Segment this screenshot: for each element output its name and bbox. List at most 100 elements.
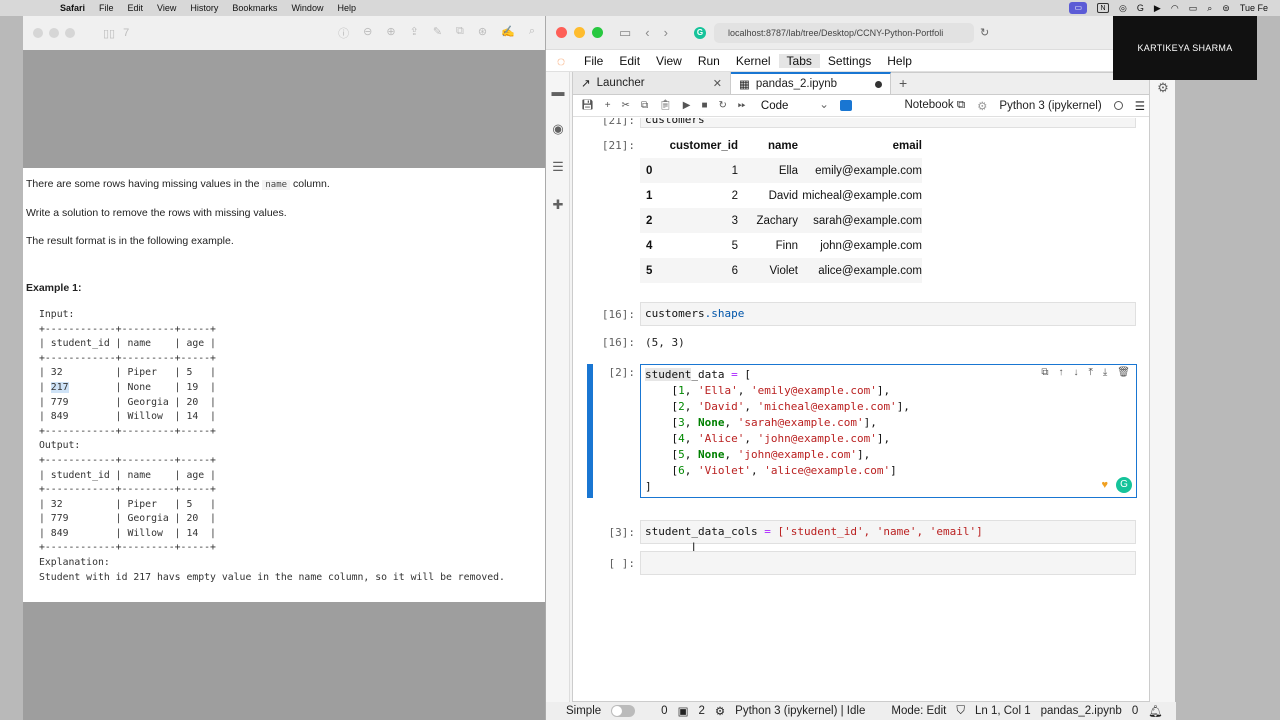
grammarly-icon[interactable]: G xyxy=(693,26,706,39)
duplicate-cell-icon[interactable]: ⧉ xyxy=(1041,367,1048,378)
edit-mode: Mode: Edit xyxy=(891,705,947,717)
menubar-edit[interactable]: Edit xyxy=(128,3,144,13)
simple-mode-toggle[interactable] xyxy=(611,705,636,717)
delete-cell-icon[interactable]: 🗑︎ xyxy=(1117,367,1130,378)
grammarly-badge-icon[interactable]: G xyxy=(1116,477,1132,493)
bell-icon[interactable]: 🔔︎ xyxy=(1148,704,1163,718)
edit-icon[interactable]: ✎ xyxy=(433,25,442,41)
tab-count: 7 xyxy=(123,27,130,39)
close-icon[interactable]: ✕ xyxy=(713,77,722,90)
notion-icon[interactable]: N xyxy=(1097,3,1110,13)
terminals-count[interactable]: 0 xyxy=(661,705,667,717)
share-icon[interactable]: ⇪ xyxy=(410,25,419,41)
back-icon[interactable]: ‹ xyxy=(645,25,649,41)
move-up-icon[interactable]: ↑ xyxy=(1058,367,1063,378)
running-kernels-icon[interactable]: ◉ xyxy=(546,110,570,148)
extensions-icon[interactable]: ✚ xyxy=(546,186,570,224)
problem-line-2: Write a solution to remove the rows with… xyxy=(26,206,287,219)
add-cell-icon[interactable]: + xyxy=(605,100,611,111)
kernel-settings-icon[interactable]: ⚙ xyxy=(977,99,987,113)
menubar-window[interactable]: Window xyxy=(291,3,323,13)
menubar-file[interactable]: File xyxy=(99,3,114,13)
window-icon[interactable]: ⧉ xyxy=(456,25,464,41)
grammarly-icon[interactable]: G xyxy=(1137,3,1144,13)
table-row: 1 2 David micheal@example.com xyxy=(646,189,922,202)
wifi-icon[interactable]: ◠ xyxy=(1171,3,1179,14)
tab-notebook[interactable]: ▦ pandas_2.ipynb xyxy=(731,72,891,94)
save-icon[interactable]: 💾︎ xyxy=(581,100,594,111)
jmenu-tabs[interactable]: Tabs xyxy=(778,53,820,68)
search-icon[interactable]: ⌕ xyxy=(1207,3,1212,14)
forward-icon[interactable]: › xyxy=(664,25,668,41)
menubar-bookmarks[interactable]: Bookmarks xyxy=(232,3,277,13)
sidebar-icon[interactable]: ▭ xyxy=(619,25,631,41)
menubar-app-name[interactable]: Safari xyxy=(60,3,85,13)
cut-icon[interactable]: ✂ xyxy=(622,100,630,111)
stop-icon[interactable]: ■ xyxy=(701,100,707,111)
zoom-in-icon[interactable]: ⊕ xyxy=(386,25,395,41)
kernels-count[interactable]: 2 xyxy=(698,705,704,717)
cell-21-input[interactable]: customers xyxy=(640,118,1136,128)
menubar-view[interactable]: View xyxy=(157,3,176,13)
jmenu-kernel[interactable]: Kernel xyxy=(728,54,779,68)
run-all-icon[interactable]: ⏩︎ xyxy=(738,100,746,111)
unsaved-dot-icon[interactable] xyxy=(875,80,882,88)
run-icon[interactable]: ▶ xyxy=(683,100,691,111)
table-header-row: customer_id name email xyxy=(669,139,922,152)
menubar-clock: Tue Fe xyxy=(1239,3,1268,13)
empty-cell-input[interactable] xyxy=(640,551,1136,575)
cell-16-input[interactable]: customers.shape xyxy=(640,302,1136,326)
battery-icon[interactable]: ▭ xyxy=(1189,3,1198,14)
tab-launcher[interactable]: ↗ Launcher ✕ xyxy=(573,72,731,94)
move-down-icon[interactable]: ↓ xyxy=(1073,367,1078,378)
file-browser-icon[interactable]: ▬ xyxy=(546,72,570,110)
jmenu-help[interactable]: Help xyxy=(879,54,920,68)
active-cell-indicator xyxy=(587,364,593,498)
kernel-name[interactable]: Python 3 (ipykernel) xyxy=(999,100,1101,112)
jmenu-file[interactable]: File xyxy=(576,54,611,68)
launcher-icon: ↗ xyxy=(581,78,591,90)
jmenu-view[interactable]: View xyxy=(648,54,690,68)
new-tab-button[interactable]: + xyxy=(891,72,915,94)
insert-below-icon[interactable]: ⤓ xyxy=(1103,367,1107,378)
search-icon[interactable]: ⌕ xyxy=(529,25,535,41)
reload-icon[interactable]: ↻ xyxy=(980,26,989,39)
jmenu-settings[interactable]: Settings xyxy=(820,54,879,68)
copy-icon[interactable]: ⧉ xyxy=(641,100,648,111)
address-bar[interactable]: localhost:8787/lab/tree/Desktop/CCNY-Pyt… xyxy=(713,22,974,43)
notebook-link[interactable]: Notebook ⧉ xyxy=(904,99,965,112)
restart-icon[interactable]: ↻ xyxy=(719,100,727,111)
menubar-help[interactable]: Help xyxy=(337,3,356,13)
menubar-history[interactable]: History xyxy=(190,3,218,13)
screen-share-icon[interactable]: ▭ xyxy=(1069,2,1088,14)
cells-container[interactable]: customers [21]: [21]: customer_id name e… xyxy=(573,118,1149,702)
notebook-area: ↗ Launcher ✕ ▦ pandas_2.ipynb + 💾︎ + ✂ ⧉… xyxy=(572,72,1150,702)
sidebar-toggle-icon[interactable]: ▯▯ xyxy=(103,27,115,40)
cell-3-input[interactable]: student_data_cols = ['student_id', 'name… xyxy=(640,520,1136,544)
jmenu-run[interactable]: Run xyxy=(690,54,728,68)
property-icon[interactable] xyxy=(839,100,852,111)
active-cell[interactable]: student_data = [ [1, 'Ella', 'emily@exam… xyxy=(587,364,1137,498)
chrome-icon[interactable]: ◎ xyxy=(1119,3,1127,14)
minimize-window-button[interactable] xyxy=(574,27,585,38)
play-icon[interactable]: ▶ xyxy=(1154,3,1161,14)
paste-icon[interactable]: 📋︎ xyxy=(659,100,672,111)
insert-above-icon[interactable]: ⤒ xyxy=(1088,367,1092,378)
control-center-icon[interactable]: ⊜ xyxy=(1222,3,1230,14)
cursor-position[interactable]: Ln 1, Col 1 xyxy=(975,705,1031,717)
cell-2-editor[interactable]: student_data = [ [1, 'Ella', 'emily@exam… xyxy=(640,364,1137,498)
kernel-status[interactable]: Python 3 (ipykernel) | Idle xyxy=(735,705,865,717)
close-window-button[interactable] xyxy=(556,27,567,38)
cell-type-select[interactable]: Code xyxy=(761,97,829,112)
notebook-icon: ▦ xyxy=(739,79,750,91)
maximize-window-button[interactable] xyxy=(592,27,603,38)
table-of-contents-icon[interactable]: ☰ xyxy=(546,148,570,186)
macos-menubar: Safari File Edit View History Bookmarks … xyxy=(0,0,1280,16)
jmenu-edit[interactable]: Edit xyxy=(611,54,648,68)
menu-icon[interactable]: ☰ xyxy=(1135,99,1145,113)
markup-icon[interactable]: ⊛ xyxy=(478,25,487,41)
zoom-out-icon[interactable]: ⊖ xyxy=(363,25,372,41)
notification-count[interactable]: 0 xyxy=(1132,705,1138,717)
info-icon[interactable]: ⓘ xyxy=(338,25,349,41)
signature-icon[interactable]: ✍ xyxy=(501,25,515,41)
